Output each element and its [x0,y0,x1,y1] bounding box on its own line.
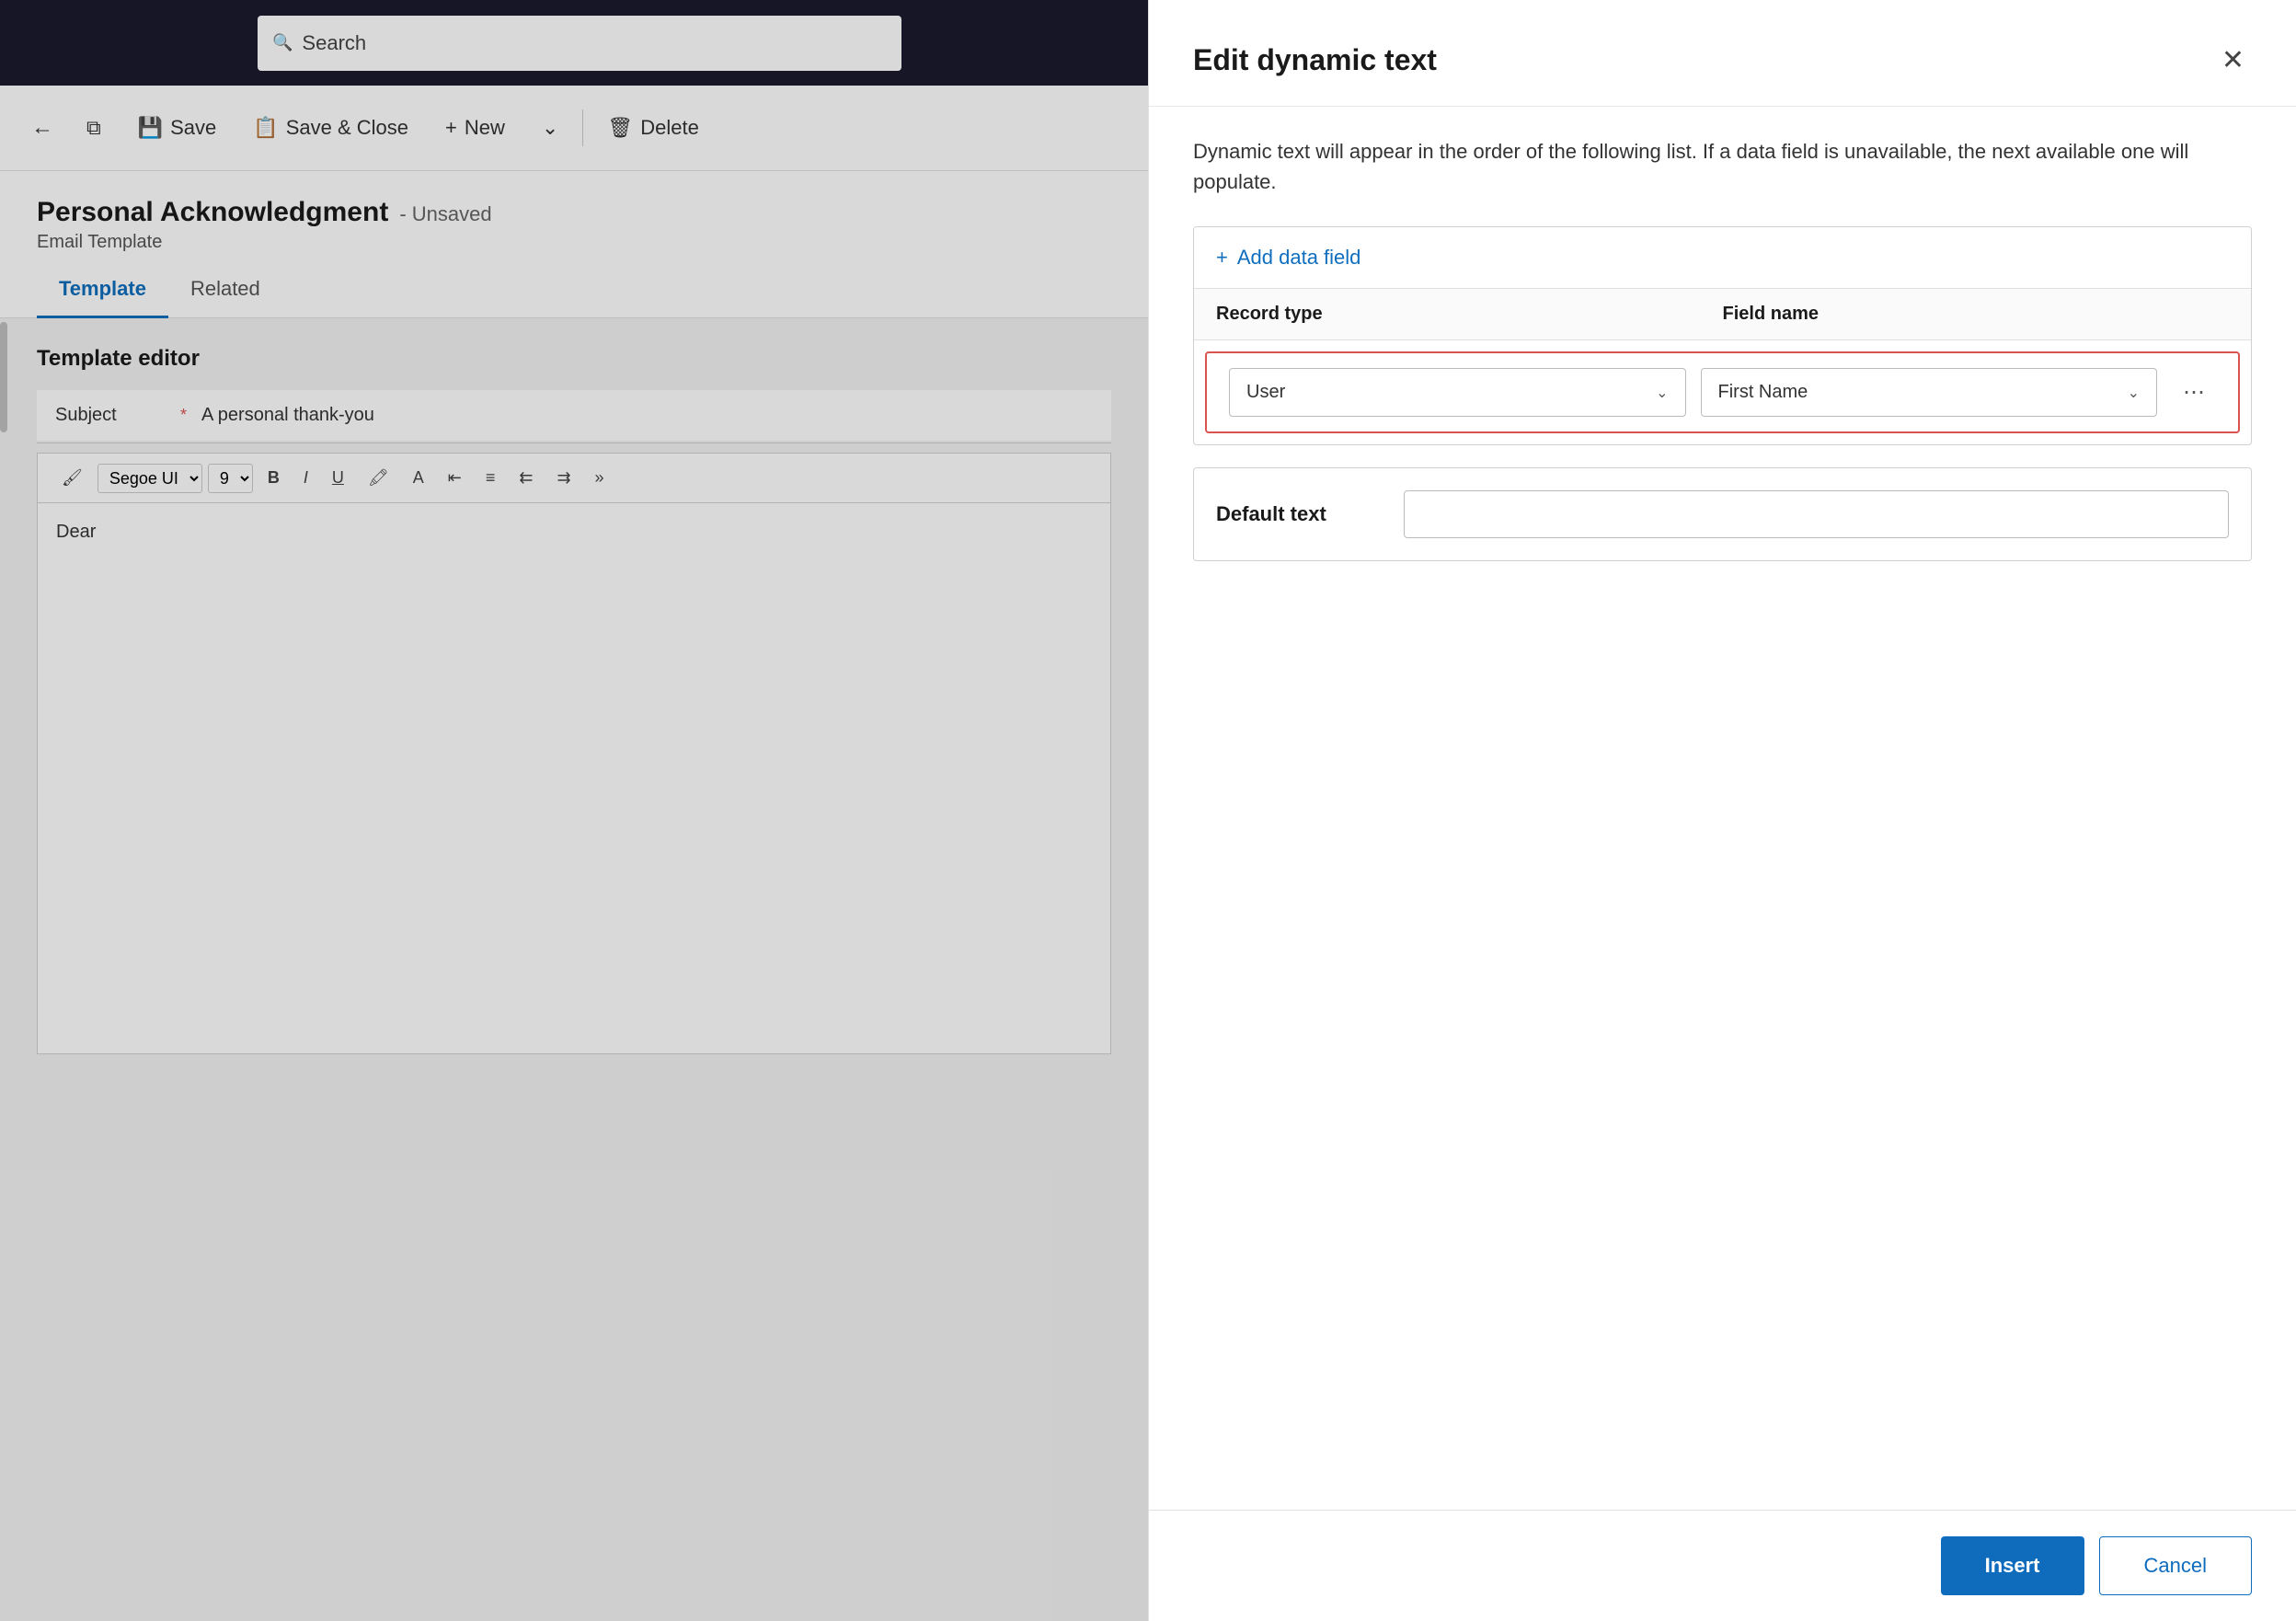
add-data-field-label: Add data field [1237,246,1361,270]
fields-table-header: Record type Field name [1194,289,2251,340]
subject-label: Subject [55,405,166,426]
page-subtitle: Email Template [37,232,1111,253]
unsaved-indicator: - Unsaved [399,202,491,226]
field-name-chevron-icon: ⌄ [2128,384,2140,402]
save-close-label: Save & Close [286,116,408,140]
search-box[interactable]: 🔍 Search [258,16,901,71]
save-close-button[interactable]: 📋 Save & Close [236,107,425,149]
chevron-down-icon: ⌄ [542,116,558,140]
left-panel: 🔍 Search ← ⧉ 💾 Save 📋 Save & Close + New [0,0,1148,1621]
save-icon: 💾 [138,116,163,140]
search-icon: 🔍 [272,33,293,52]
list-button[interactable]: ≡ [476,463,505,493]
editor-content: Dear [56,522,96,542]
add-data-field-button[interactable]: + Add data field [1194,227,2251,289]
dialog-header: Edit dynamic text ✕ [1149,0,2296,107]
dialog-footer: Insert Cancel [1149,1510,2296,1621]
required-indicator: * [180,406,187,425]
default-text-label: Default text [1216,502,1382,526]
delete-icon: 🗑 [607,116,633,140]
tab-related[interactable]: Related [168,262,282,318]
editor-section-label: Template editor [37,346,1111,372]
font-size-select[interactable]: 9 [208,464,253,493]
quote-button[interactable]: » [586,463,614,493]
save-label: Save [170,116,216,140]
edit-dynamic-text-dialog: Edit dynamic text ✕ Dynamic text will ap… [1148,0,2296,1621]
tabs-bar: Template Related [0,262,1148,318]
editor-toolbar: 🖌 Segoe UI 9 B I U 🖍 A ⇤ ≡ ⇇ ⇉ » [37,453,1111,502]
editor-section: Template editor Subject * A personal tha… [0,318,1148,1082]
field-name-header: Field name [1723,304,2230,325]
tab-template[interactable]: Template [37,262,168,318]
highlight-button[interactable]: 🖍 [359,463,398,493]
save-close-icon: 📋 [253,116,278,140]
popup-button[interactable]: ⧉ [70,107,118,149]
default-text-card: Default text [1193,467,2252,561]
dropdown-arrow-button[interactable]: ⌄ [525,107,575,149]
record-type-chevron-icon: ⌄ [1656,384,1668,402]
top-nav-bar: 🔍 Search [0,0,1148,86]
plus-icon: + [1216,246,1228,270]
delete-label: Delete [640,116,699,140]
record-type-value: User [1246,382,1285,403]
back-button[interactable]: ← [18,108,66,148]
field-name-value: First Name [1718,382,1808,403]
new-icon: + [445,116,457,140]
new-label: New [465,116,505,140]
dialog-title: Edit dynamic text [1193,43,1437,77]
save-button[interactable]: 💾 Save [121,107,234,149]
record-type-header: Record type [1216,304,1723,325]
new-button[interactable]: + New [429,107,522,149]
scroll-indicator[interactable] [0,322,7,432]
underline-button[interactable]: U [323,463,353,493]
insert-button[interactable]: Insert [1941,1536,2084,1595]
bold-button[interactable]: B [258,463,289,493]
record-type-dropdown[interactable]: User ⌄ [1229,368,1686,417]
page-title: Personal Acknowledgment [37,197,388,228]
italic-button[interactable]: I [294,463,317,493]
editor-body[interactable]: Dear [37,502,1111,1054]
page-header: Personal Acknowledgment - Unsaved Email … [0,171,1148,262]
increase-indent-button[interactable]: ⇉ [547,463,580,493]
field-name-dropdown[interactable]: First Name ⌄ [1701,368,2158,417]
dialog-body: Dynamic text will appear in the order of… [1149,107,2296,1510]
cancel-button[interactable]: Cancel [2099,1536,2252,1595]
subject-value[interactable]: A personal thank-you [201,405,374,426]
align-left-button[interactable]: ⇤ [439,463,471,493]
dialog-close-button[interactable]: ✕ [2214,37,2252,84]
decrease-indent-button[interactable]: ⇇ [510,463,542,493]
subject-row: Subject * A personal thank-you [37,390,1111,441]
popup-icon: ⧉ [86,116,101,140]
separator [582,109,583,146]
default-text-input[interactable] [1404,490,2229,538]
more-options-button[interactable]: ⋯ [2172,372,2216,413]
search-text: Search [302,31,366,55]
delete-button[interactable]: 🗑 Delete [591,107,716,149]
field-row: User ⌄ First Name ⌄ ⋯ [1205,351,2240,433]
data-fields-card: + Add data field Record type Field name … [1193,226,2252,445]
paint-brush-button[interactable]: 🖌 [52,463,92,493]
font-color-button[interactable]: A [404,463,433,493]
dialog-description: Dynamic text will appear in the order of… [1193,136,2252,197]
font-family-select[interactable]: Segoe UI [98,464,202,493]
command-bar: ← ⧉ 💾 Save 📋 Save & Close + New ⌄ 🗑 [0,86,1148,171]
more-icon: ⋯ [2183,380,2205,405]
